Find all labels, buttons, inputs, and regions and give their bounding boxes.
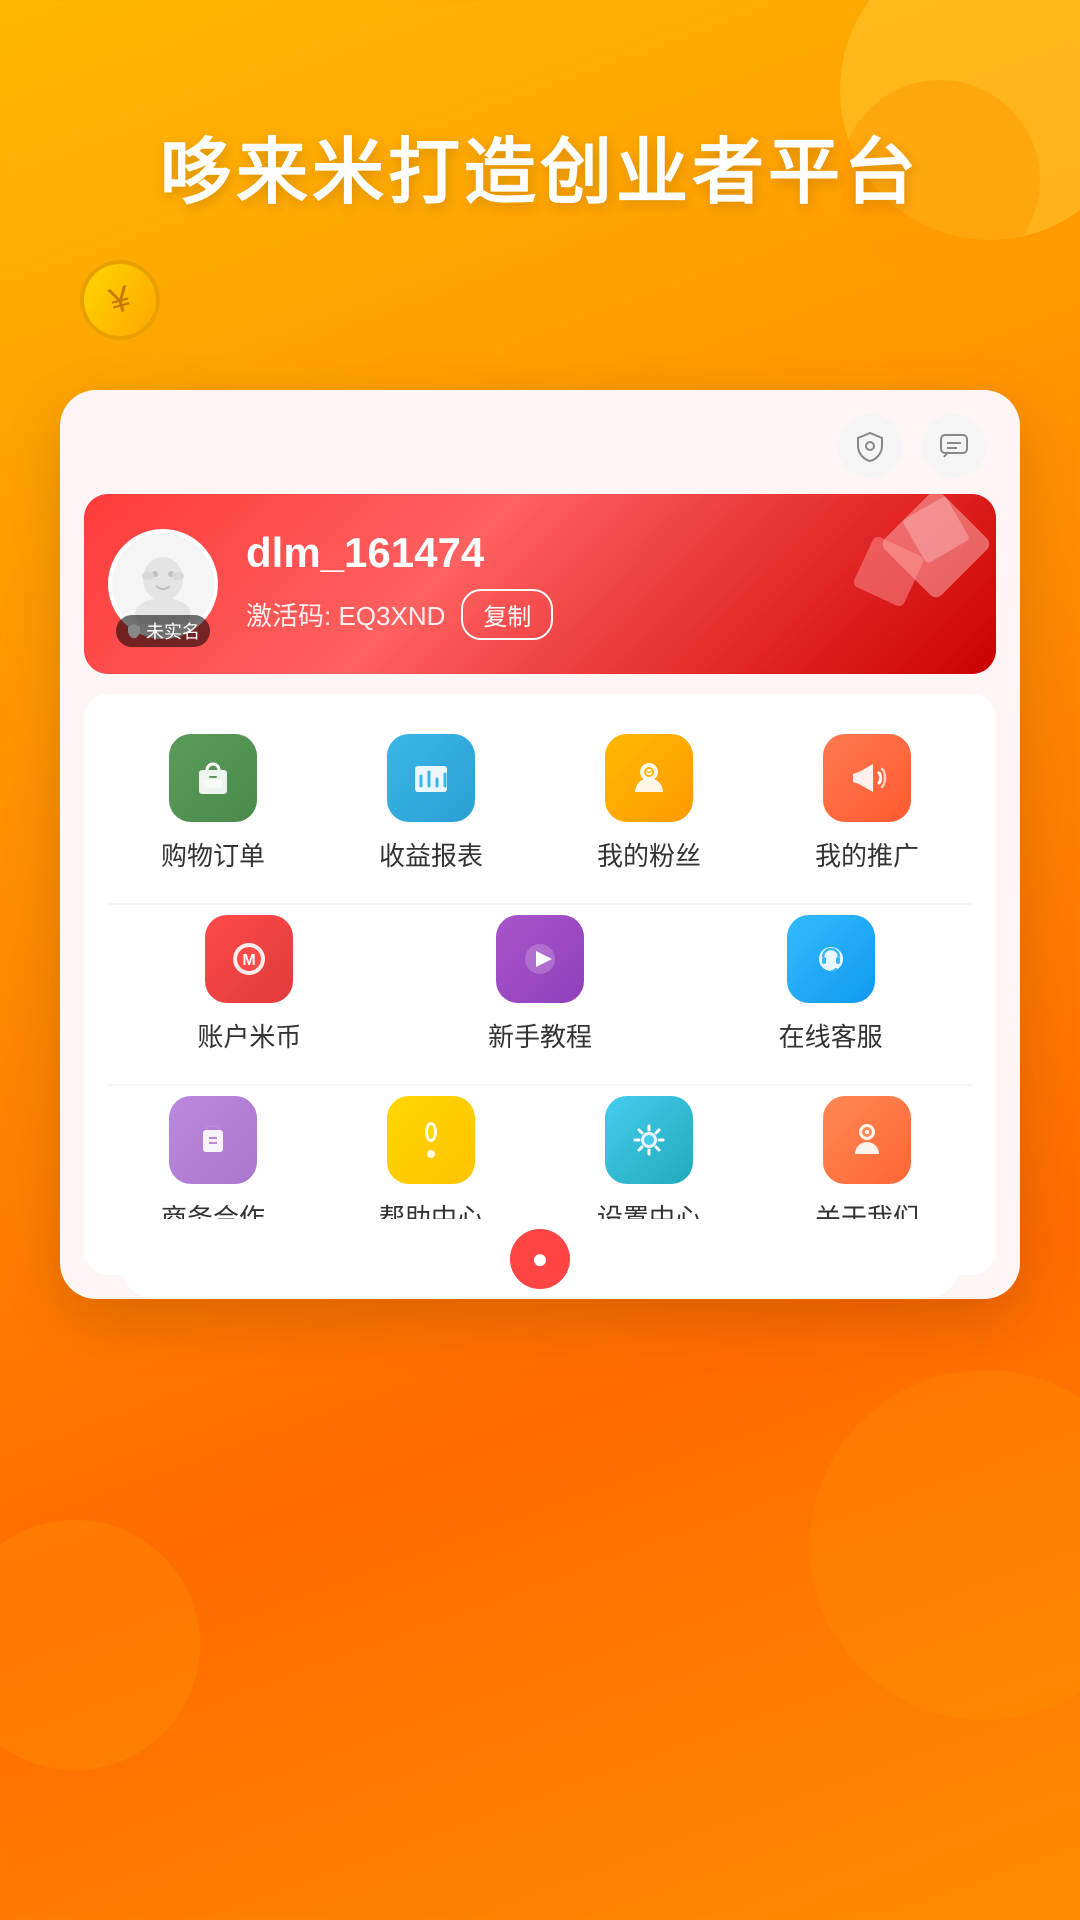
tutorial-icon [496,915,584,1003]
menu-item-promote[interactable]: 我的推广 [758,734,976,873]
bottom-nav: ● [120,1219,960,1299]
menu-item-service[interactable]: 在线客服 [685,915,976,1054]
earnings-icon [387,734,475,822]
shopping-label: 购物订单 [161,836,265,873]
menu-row-1: 购物订单 收益报表 我的粉丝 我的推广 [84,724,996,903]
coins-icon: M [205,915,293,1003]
coins-label: 账户米币 [197,1017,301,1054]
menu-item-about[interactable]: 关于我们 [758,1096,976,1235]
menu-item-shopping[interactable]: 购物订单 [104,734,322,873]
bg-blob-3 [810,1370,1080,1720]
svg-text:M: M [243,952,256,969]
menu-item-tutorial[interactable]: 新手教程 [395,915,686,1054]
username: dlm_161474 [246,529,964,577]
promote-label: 我的推广 [815,836,919,873]
unverified-badge: 未实名 [116,615,210,647]
tutorial-label: 新手教程 [488,1017,592,1054]
menu-item-help[interactable]: 帮助中心 [322,1096,540,1235]
page-title: 哆来米打造创业者平台 [0,130,1080,216]
promote-icon [823,734,911,822]
biz-icon [169,1096,257,1184]
help-icon [387,1096,475,1184]
card-header-icons [84,414,996,494]
avatar-wrapper: 未实名 [108,529,218,639]
earnings-label: 收益报表 [379,836,483,873]
service-label: 在线客服 [779,1017,883,1054]
main-card: 未实名 dlm_161474 激活码: EQ3XND 复制 购物订单 收益报表 [60,390,1020,1299]
about-icon [823,1096,911,1184]
copy-button[interactable]: 复制 [461,589,553,640]
menu-row-2: M 账户米币 新手教程 在线客服 [84,905,996,1084]
menu-item-fans[interactable]: 我的粉丝 [540,734,758,873]
shield-icon-btn[interactable] [838,414,902,478]
chat-icon-btn[interactable] [922,414,986,478]
fans-label: 我的粉丝 [597,836,701,873]
profile-banner: 未实名 dlm_161474 激活码: EQ3XND 复制 [84,494,996,674]
menu-item-earnings[interactable]: 收益报表 [322,734,540,873]
bg-blob-4 [0,1520,200,1770]
activation-row: 激活码: EQ3XND 复制 [246,589,964,640]
activation-label: 激活码: EQ3XND [246,596,445,633]
coin-decoration: ¥ [80,260,160,340]
shopping-icon [169,734,257,822]
menu-item-biz[interactable]: 商务合作 [104,1096,322,1235]
service-icon [787,915,875,1003]
bottom-circle[interactable]: ● [510,1229,570,1289]
icon-grid: 购物订单 收益报表 我的粉丝 我的推广 M 账户米币 新手教程 在线客服 [84,694,996,1275]
fans-icon [605,734,693,822]
settings-icon [605,1096,693,1184]
menu-item-coins[interactable]: M 账户米币 [104,915,395,1054]
menu-item-settings[interactable]: 设置中心 [540,1096,758,1235]
